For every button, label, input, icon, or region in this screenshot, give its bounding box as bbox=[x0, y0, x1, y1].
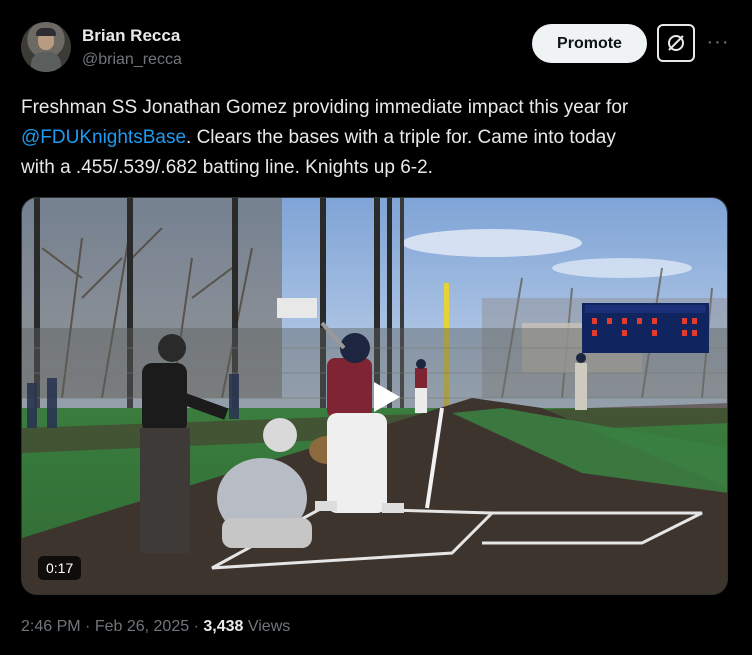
video-player[interactable]: 0:17 bbox=[21, 197, 728, 595]
more-options-button[interactable]: ··· bbox=[706, 30, 730, 54]
play-icon bbox=[374, 382, 400, 412]
grok-button[interactable] bbox=[657, 24, 695, 62]
video-duration: 0:17 bbox=[38, 556, 82, 580]
tweet-line-1: Freshman SS Jonathan Gomez providing imm… bbox=[21, 97, 629, 118]
avatar-cap bbox=[36, 28, 56, 36]
meta-separator: · bbox=[85, 618, 91, 635]
avatar-shirt bbox=[31, 52, 61, 72]
mention-link[interactable]: @FDUKnightsBase bbox=[21, 127, 186, 148]
author-display-name[interactable]: Brian Recca bbox=[82, 26, 180, 46]
meta-separator: · bbox=[193, 618, 199, 635]
views-label: Views bbox=[247, 618, 291, 635]
slashed-circle-icon bbox=[668, 35, 684, 51]
play-button[interactable] bbox=[354, 368, 412, 426]
tweet-date[interactable]: Feb 26, 2025 bbox=[95, 618, 189, 635]
tweet-time[interactable]: 2:46 PM bbox=[21, 618, 81, 635]
tweet-text: Freshman SS Jonathan Gomez providing imm… bbox=[21, 93, 721, 183]
views-count[interactable]: 3,438 bbox=[203, 618, 243, 635]
promote-button[interactable]: Promote bbox=[532, 24, 647, 63]
ellipsis-icon: ··· bbox=[706, 30, 730, 53]
tweet-line-2: . Clears the bases with a triple for. Ca… bbox=[186, 127, 616, 148]
tweet-line-3: with a .455/.539/.682 batting line. Knig… bbox=[21, 157, 433, 178]
author-avatar[interactable] bbox=[21, 22, 71, 72]
tweet-meta: 2:46 PM · Feb 26, 2025 · 3,438 Views bbox=[21, 618, 290, 636]
author-handle[interactable]: @brian_recca bbox=[82, 51, 182, 69]
